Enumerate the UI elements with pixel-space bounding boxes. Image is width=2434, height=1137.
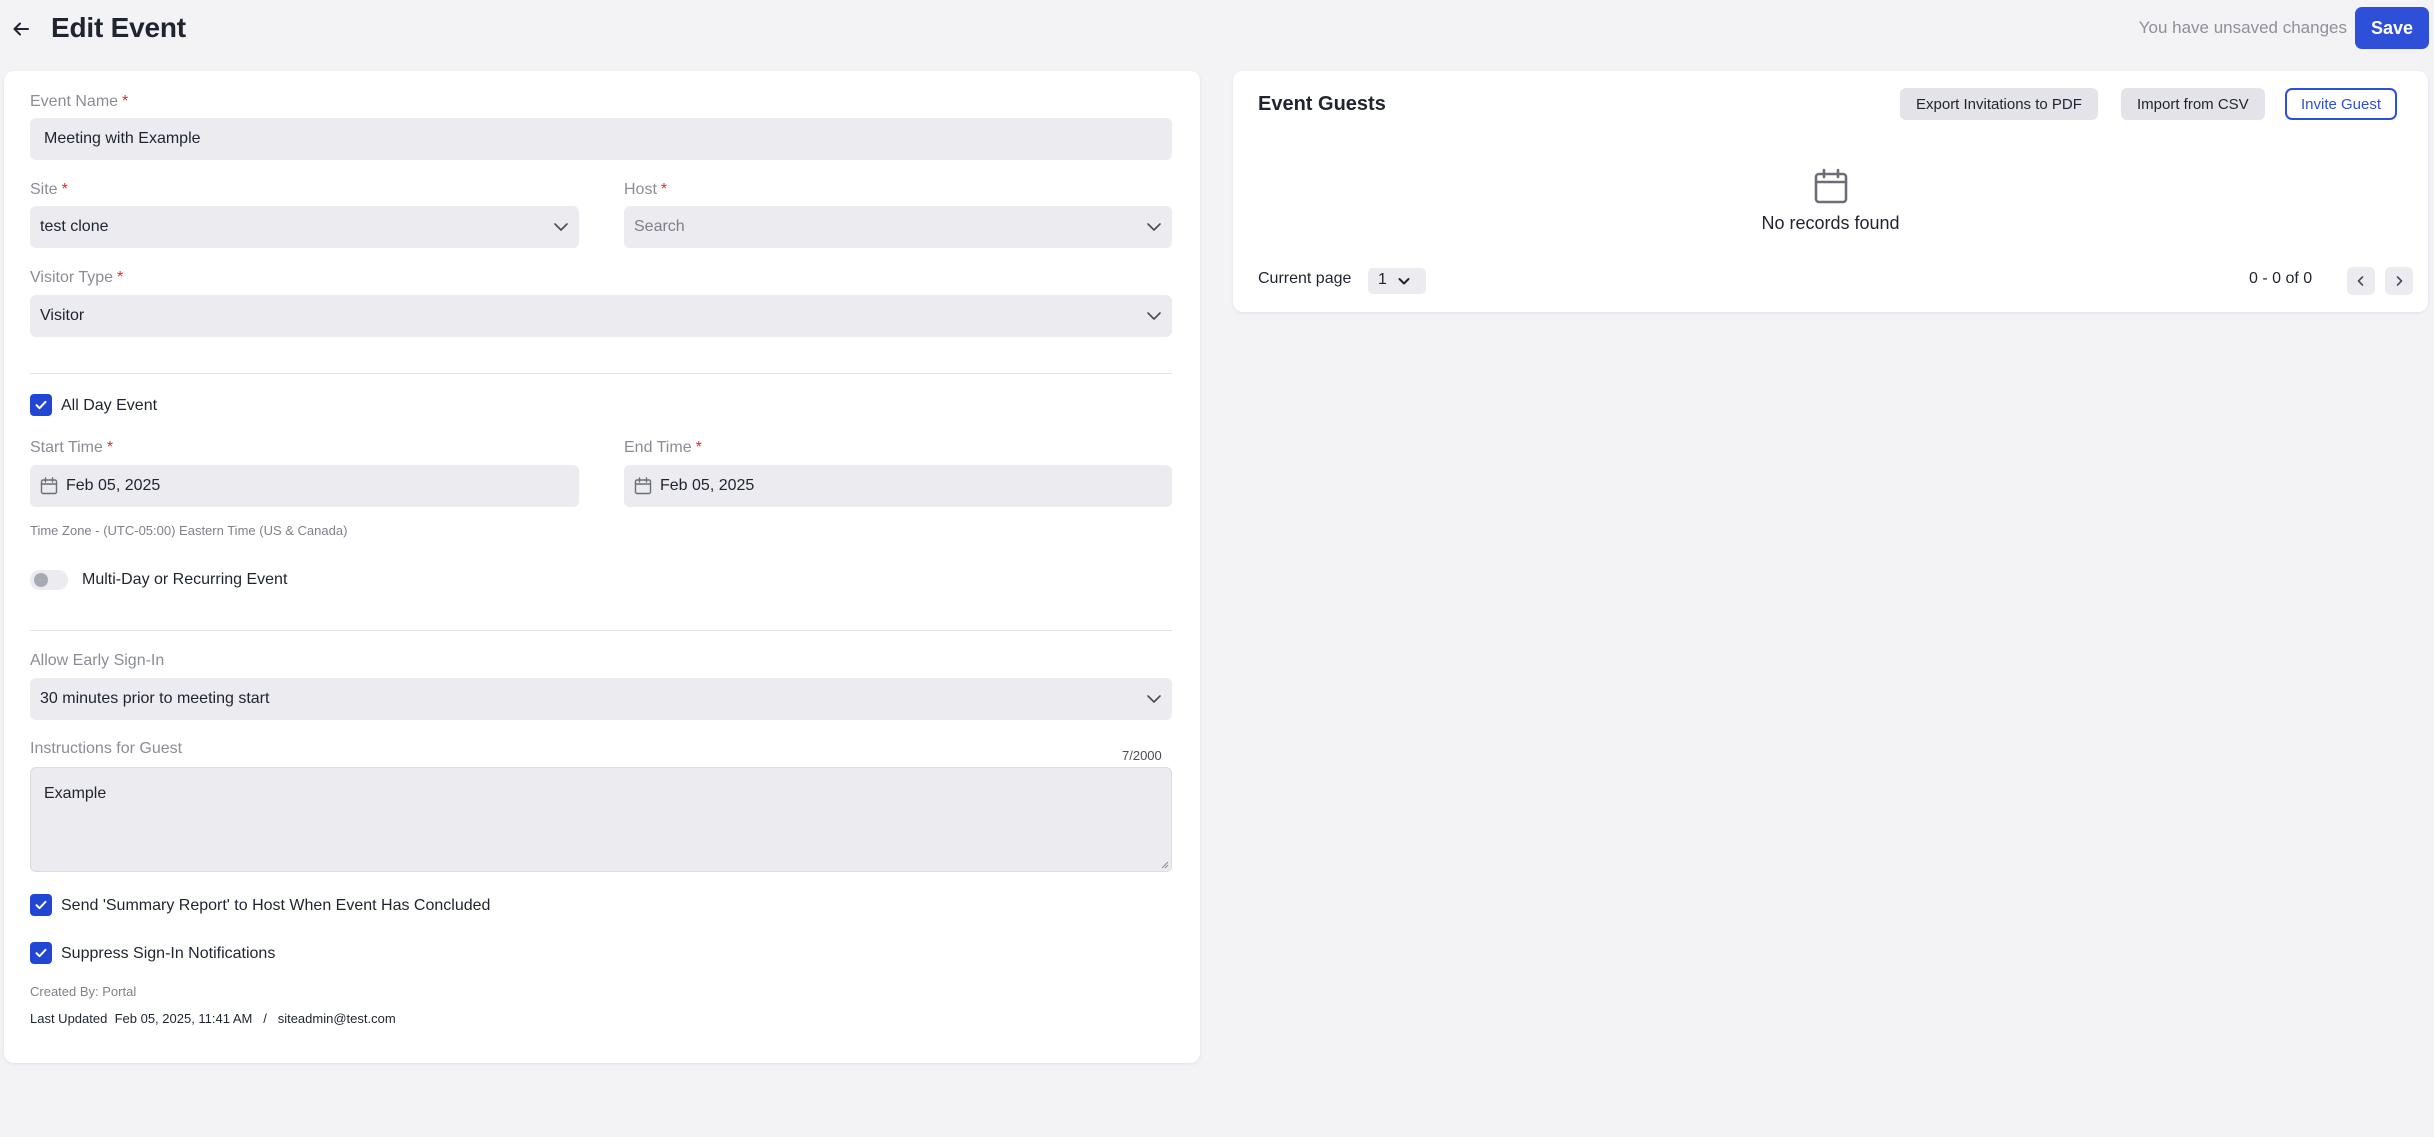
visitor-type-value: Visitor xyxy=(40,307,85,324)
event-name-value: Meeting with Example xyxy=(44,130,201,147)
import-csv-button[interactable]: Import from CSV xyxy=(2121,88,2265,120)
chevron-down-icon xyxy=(554,223,568,231)
suppress-notifications-checkbox[interactable] xyxy=(30,942,52,964)
early-sign-in-select[interactable]: 30 minutes prior to meeting start xyxy=(30,678,1172,720)
resize-grip-icon[interactable] xyxy=(1159,859,1169,869)
end-time-label-text: End Time xyxy=(624,439,692,456)
all-day-checkbox[interactable] xyxy=(30,394,52,416)
calendar-icon xyxy=(40,477,58,495)
calendar-icon xyxy=(634,477,652,495)
checkmark-icon xyxy=(35,900,47,910)
arrow-left-icon xyxy=(13,22,29,36)
end-time-value: Feb 05, 2025 xyxy=(660,477,755,494)
all-day-label: All Day Event xyxy=(61,397,158,414)
site-select[interactable]: test clone xyxy=(30,206,579,248)
end-time-label: End Time * xyxy=(624,439,702,457)
event-name-label-text: Event Name xyxy=(30,93,119,110)
last-updated-row: Last Updated Feb 05, 2025, 11:41 AM / si… xyxy=(30,1011,396,1026)
checkmark-icon xyxy=(35,400,47,410)
export-invitations-button[interactable]: Export Invitations to PDF xyxy=(1900,88,2098,120)
chevron-down-icon xyxy=(1147,695,1161,703)
site-value: test clone xyxy=(40,218,109,235)
start-time-value: Feb 05, 2025 xyxy=(66,477,161,494)
site-label-text: Site xyxy=(30,181,58,198)
instructions-label: Instructions for Guest xyxy=(30,740,183,757)
section-divider xyxy=(30,630,1172,631)
multi-day-label: Multi-Day or Recurring Event xyxy=(82,571,288,588)
checkmark-icon xyxy=(35,948,47,958)
pagination-range: 0 - 0 of 0 xyxy=(2249,270,2313,287)
required-mark: * xyxy=(61,181,68,198)
visitor-type-label: Visitor Type * xyxy=(30,269,123,287)
created-by-text: Created By: Portal xyxy=(30,984,137,999)
required-mark: * xyxy=(122,93,129,110)
required-mark: * xyxy=(117,269,124,286)
early-sign-in-value: 30 minutes prior to meeting start xyxy=(40,690,270,707)
event-name-label: Event Name * xyxy=(30,93,128,111)
current-page-value: 1 xyxy=(1378,271,1387,288)
section-divider xyxy=(30,373,1172,374)
event-form-card: Event Name * Meeting with Example Site * t… xyxy=(4,71,1200,1063)
start-time-label-text: Start Time xyxy=(30,439,103,456)
top-bar: Edit Event You have unsaved changes Save xyxy=(0,0,2434,58)
save-button[interactable]: Save xyxy=(2355,7,2429,49)
site-label: Site * xyxy=(30,181,68,199)
toggle-knob xyxy=(34,573,48,587)
previous-page-button[interactable] xyxy=(2347,267,2375,295)
suppress-notifications-label: Suppress Sign-In Notifications xyxy=(61,945,276,962)
calendar-icon xyxy=(1814,168,1848,204)
time-zone-note: Time Zone - (UTC-05:00) Eastern Time (US… xyxy=(30,523,348,538)
chevron-down-icon xyxy=(1398,278,1410,285)
character-counter: 7/2000 xyxy=(1122,748,1162,763)
event-guests-title: Event Guests xyxy=(1258,93,1386,115)
instructions-value: Example xyxy=(44,785,107,802)
required-mark: * xyxy=(660,181,668,198)
chevron-down-icon xyxy=(1147,223,1161,231)
last-updated-value: Feb 05, 2025, 11:41 AM xyxy=(114,1011,253,1026)
host-search-select[interactable]: Search xyxy=(624,206,1172,248)
summary-report-checkbox[interactable] xyxy=(30,894,52,916)
end-time-date-input[interactable]: Feb 05, 2025 xyxy=(624,465,1172,507)
host-label-text: Host xyxy=(624,181,657,198)
event-guests-card: Event Guests Export Invitations to PDF I… xyxy=(1233,71,2428,312)
early-sign-in-label: Allow Early Sign-In xyxy=(30,652,165,669)
required-mark: * xyxy=(106,439,114,456)
last-updated-by: siteadmin@test.com xyxy=(277,1011,396,1026)
unsaved-changes-text: You have unsaved changes xyxy=(2138,18,2347,37)
chevron-down-icon xyxy=(1147,312,1161,320)
start-time-label: Start Time * xyxy=(30,439,113,457)
current-page-select[interactable]: 1 xyxy=(1368,268,1426,294)
event-name-input[interactable]: Meeting with Example xyxy=(30,118,1172,160)
page-title: Edit Event xyxy=(51,12,186,43)
instructions-textarea[interactable]: Example xyxy=(30,767,1172,872)
no-records-text: No records found xyxy=(1761,213,1900,233)
next-page-button[interactable] xyxy=(2385,267,2413,295)
visitor-type-label-text: Visitor Type xyxy=(30,269,114,286)
summary-report-label: Send 'Summary Report' to Host When Event… xyxy=(61,897,491,914)
last-updated-label: Last Updated xyxy=(30,1011,108,1026)
multi-day-toggle[interactable] xyxy=(30,570,68,590)
start-time-date-input[interactable]: Feb 05, 2025 xyxy=(30,465,579,507)
chevron-right-icon xyxy=(2396,276,2403,286)
back-button[interactable] xyxy=(6,14,36,44)
required-mark: * xyxy=(695,439,702,456)
visitor-type-select[interactable]: Visitor xyxy=(30,295,1172,337)
separator: / xyxy=(263,1011,267,1026)
current-page-label: Current page xyxy=(1258,270,1352,287)
host-label: Host * xyxy=(624,181,667,199)
host-placeholder: Search xyxy=(634,218,685,235)
invite-guest-button[interactable]: Invite Guest xyxy=(2285,88,2398,120)
chevron-left-icon xyxy=(2357,276,2364,286)
